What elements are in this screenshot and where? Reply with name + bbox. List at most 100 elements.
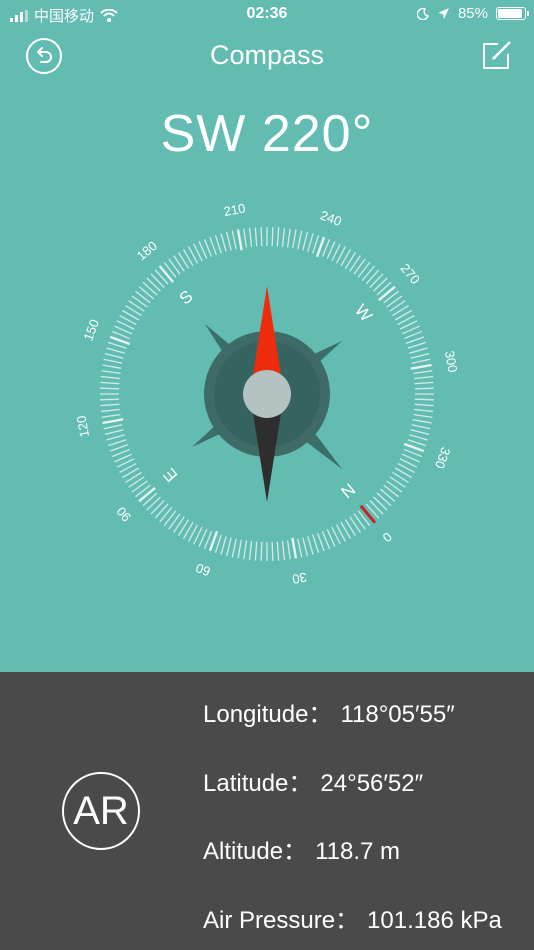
compass-tick (414, 381, 434, 385)
compass-tick (357, 262, 371, 278)
location-arrow-icon (437, 8, 449, 19)
degree-label: 240 (318, 208, 344, 230)
compass-tick (271, 227, 274, 247)
edit-button[interactable] (480, 38, 514, 72)
compass-tick (236, 229, 243, 251)
compass-tick (203, 238, 213, 258)
battery-percent: 85% (457, 5, 488, 22)
compass-tick (409, 347, 428, 354)
compass-tick (414, 403, 434, 407)
compass-tick (412, 419, 432, 424)
air-pressure-label: Air Pressure： (203, 907, 360, 934)
cardinal-label-s: S (176, 287, 197, 309)
compass-tick (410, 429, 430, 436)
compass-tick (220, 536, 227, 555)
compass-tick (386, 480, 403, 493)
compass-panel: 中国移动 02:36 85% Compass SW 220° 0 30 60 9… (0, 0, 534, 672)
compass-tick (107, 341, 127, 349)
compass-tick (225, 537, 232, 557)
ar-button[interactable]: AR (62, 772, 140, 850)
cardinal-label-e: E (160, 465, 182, 486)
compass-tick (243, 228, 248, 248)
compass-tick (163, 510, 177, 526)
compass-tick (411, 424, 431, 430)
compass-tick (103, 424, 123, 430)
compass-tick (146, 277, 161, 292)
compass-tick (286, 228, 291, 248)
compass-tick (159, 506, 173, 523)
compass-tick (386, 295, 403, 308)
degree-label: 210 (223, 201, 247, 220)
longitude-label: Longitude： (203, 701, 333, 728)
compass-tick (281, 227, 286, 247)
compass-tick (146, 496, 161, 511)
compass-tick (297, 230, 303, 250)
compass-tick (410, 363, 432, 370)
compass-tick (100, 408, 120, 413)
altitude-row: Altitude： 118.7 m (203, 831, 400, 866)
compass-tick (106, 434, 125, 441)
degree-label: 90 (113, 504, 134, 525)
altitude-value: 118.7 m (315, 838, 400, 865)
compass-tick (414, 375, 434, 380)
compass-tick (248, 227, 253, 247)
compass-tick (321, 530, 331, 550)
latitude-value: 24°56′52″ (320, 770, 424, 797)
compass-tick (409, 434, 428, 441)
compass-tick (307, 233, 314, 252)
compass-tick (369, 500, 384, 515)
moon-icon (416, 7, 429, 20)
compass-tick (106, 347, 125, 354)
compass-tick (410, 352, 430, 359)
compass-tick (237, 539, 242, 559)
compass-tick (107, 439, 127, 447)
edit-icon (483, 41, 511, 69)
compass-tick (276, 227, 280, 247)
compass-tick (104, 352, 124, 359)
status-right: 85% (416, 5, 529, 22)
compass-tick (260, 227, 263, 247)
compass-tick (150, 500, 165, 515)
compass-tick (220, 233, 227, 252)
compass-tick (271, 541, 274, 561)
compass-tick (353, 513, 366, 530)
north-marker (359, 504, 377, 524)
compass-tick (369, 273, 384, 288)
compass-tick (102, 364, 122, 369)
compass-tick (405, 336, 425, 344)
latitude-row: Latitude： 24°56′52″ (203, 763, 423, 798)
compass-dial: 0 30 60 90 120 150 180 210 240 270 300 330 N E S W (74, 201, 461, 587)
compass-tick (353, 258, 366, 275)
compass-tick (407, 341, 427, 349)
compass-tick (403, 330, 423, 340)
compass-tick (231, 230, 237, 250)
compass-tick (131, 295, 148, 308)
degree-label: 270 (398, 261, 423, 287)
air-pressure-row: Air Pressure： 101.186 kPa (203, 900, 502, 935)
compass-tick (135, 290, 151, 304)
compass-tick (154, 503, 169, 519)
compass-tick (254, 227, 258, 247)
compass-tick (383, 484, 399, 498)
compass-tick (103, 358, 123, 364)
compass-tick (214, 234, 222, 254)
compass-tick (102, 418, 124, 425)
status-bar: 中国移动 02:36 85% (0, 0, 534, 30)
compass-tick (413, 370, 433, 375)
compass-tick (225, 231, 232, 251)
nav-bar: Compass (0, 30, 534, 80)
compass-tick (168, 258, 181, 275)
compass-tick (312, 534, 320, 554)
compass-tick (291, 537, 298, 559)
degree-label: 120 (74, 414, 93, 438)
compass-tick (100, 381, 120, 385)
compass-tick (100, 387, 120, 390)
compass-tick (281, 541, 286, 561)
longitude-value: 118°05′55″ (340, 701, 455, 728)
compass-tick (407, 439, 427, 447)
compass-tick (150, 273, 165, 288)
compass-tick (297, 538, 303, 558)
compass-tick (101, 413, 121, 418)
compass-tick (414, 408, 434, 413)
compass-tick (361, 265, 375, 282)
